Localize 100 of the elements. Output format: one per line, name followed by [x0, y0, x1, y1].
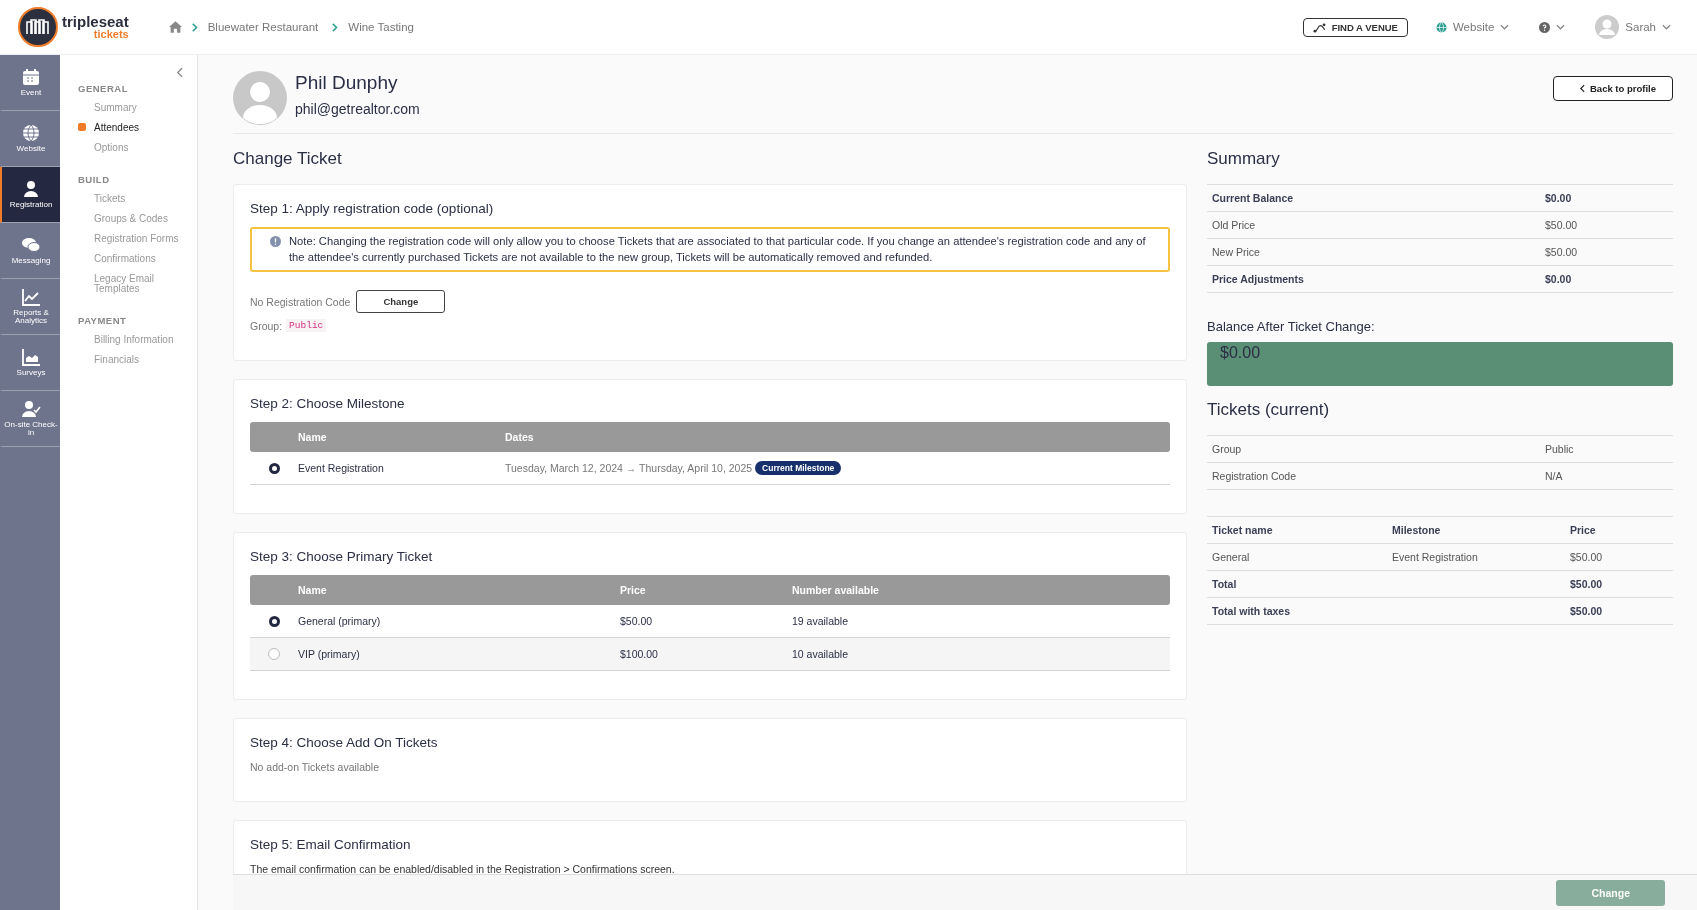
user-menu[interactable]: Sarah	[1589, 14, 1677, 40]
step-title: Step 1: Apply registration code (optional)	[250, 201, 495, 216]
nav-link[interactable]: Groups & Codes	[78, 209, 197, 229]
section-heading: GENERAL	[78, 83, 129, 94]
collapse-icon[interactable]	[176, 67, 183, 78]
table-cell-text: General	[1212, 551, 1251, 563]
logo-subtitle: tickets	[93, 29, 129, 40]
column-header: Dates	[505, 431, 534, 444]
logo-wordmark: tripleseat	[62, 14, 129, 29]
avatar-icon	[233, 71, 287, 125]
caret-icon	[1500, 24, 1510, 30]
table-cell-text: VIP (primary)	[298, 648, 361, 661]
info-label: Registration Code	[1212, 470, 1298, 482]
table-cell-text: Total with taxes	[1212, 605, 1291, 617]
summary-title: Summary	[1207, 149, 1281, 169]
tickets-title: Tickets (current)	[1207, 400, 1331, 420]
table-cell-text: Event Registration	[298, 462, 385, 475]
line-chart-icon	[21, 287, 41, 306]
table-cell-text: $100.00	[620, 648, 659, 661]
calendar-icon	[21, 67, 41, 86]
page-title: Change Ticket	[233, 149, 343, 169]
radio-button[interactable]	[268, 615, 280, 627]
section-heading: PAYMENT	[78, 315, 128, 326]
chat-icon	[21, 235, 41, 254]
nav-link[interactable]: Summary	[78, 98, 197, 118]
info-value: N/A	[1545, 470, 1563, 482]
nav-link[interactable]: Confirmations	[78, 249, 197, 269]
summary-label: Price Adjustments	[1212, 273, 1305, 285]
attendee-email: phil@getrealtor.com	[295, 101, 421, 117]
person-check-icon	[21, 399, 41, 418]
change-code-button[interactable]: Change	[356, 290, 446, 314]
table-cell: $50.00	[1570, 578, 1603, 590]
summary-label: Current Balance	[1212, 192, 1295, 204]
chevron-right-icon	[332, 22, 339, 32]
table-cell-text: General (primary)	[298, 615, 382, 628]
column-header: Ticket name	[1212, 524, 1274, 536]
registration-code-label: No Registration Code	[250, 295, 351, 308]
current-milestone-badge: Current Milestone	[755, 461, 842, 476]
note-text: Note: Changing the registration code will only allow you to choose Tickets that are associated to that particular code. If you change an attendee's registration code and any of the attendee's currently purchased Tickets are not available to the new group, Tickets will be automatically removed and refunded.	[289, 234, 1147, 266]
breadcrumb-link[interactable]: Bluewater Restaurant	[207, 21, 319, 33]
step-title: Step 5: Email Confirmation	[250, 837, 412, 853]
caret-icon	[1556, 24, 1566, 30]
balance-title: Balance After Ticket Change:	[1207, 319, 1376, 334]
table-cell: 10 available	[792, 648, 849, 661]
attendee-name: Phil Dunphy	[295, 72, 399, 94]
sidebar-tab[interactable]: Registration	[0, 167, 60, 223]
table-cell: $50.00	[1570, 605, 1603, 617]
column-header: Price	[620, 584, 647, 597]
nav-link[interactable]: Options	[78, 138, 197, 158]
chevron-right-icon	[191, 22, 198, 32]
section-heading: BUILD	[78, 174, 111, 185]
find-venue-button[interactable]: FIND A VENUE	[1302, 17, 1408, 37]
nav-link[interactable]: Billing Information	[78, 330, 197, 350]
column-header: Name	[298, 584, 328, 597]
step-title: Step 2: Choose Milestone	[250, 396, 406, 412]
website-menu[interactable]: Website	[1429, 20, 1516, 34]
globe-icon	[21, 123, 41, 142]
column-header: Milestone	[1392, 524, 1442, 536]
area-chart-icon	[21, 347, 41, 366]
confirmation-text: The email confirmation can be enabled/disabled in the Registration > Confirmations screen.	[250, 863, 676, 876]
group-label: Group:	[250, 319, 283, 332]
column-header: Number available	[792, 584, 879, 597]
table-cell: Event Registration	[1392, 551, 1478, 563]
radio-button[interactable]	[268, 462, 280, 474]
chevron-left-icon	[1580, 84, 1585, 93]
table-cell: 19 available	[792, 615, 849, 628]
home-icon[interactable]	[168, 21, 182, 33]
back-to-profile-button[interactable]: Back to profile	[1553, 76, 1673, 101]
summary-value: $0.00	[1545, 192, 1572, 204]
breadcrumb-link[interactable]: Wine Tasting	[348, 21, 414, 33]
table-cell: $50.00	[1570, 551, 1603, 563]
info-label: Group	[1212, 443, 1243, 455]
column-header: Price	[1570, 524, 1596, 536]
table-cell-text: Total	[1212, 578, 1238, 590]
nav-link[interactable]: Attendees	[78, 118, 197, 138]
person-icon	[21, 179, 41, 198]
globe-icon	[1435, 21, 1447, 33]
radio-button[interactable]	[268, 648, 280, 661]
summary-label: Old Price	[1212, 219, 1257, 231]
table-cell: Tuesday, March 12, 2024 → Thursday, April 10, 2025	[505, 462, 753, 475]
info-value: Public	[1545, 443, 1574, 455]
nav-link[interactable]: Legacy Email Templates	[78, 269, 197, 299]
avatar-icon	[1595, 15, 1620, 39]
table-cell-text: $50.00	[620, 615, 654, 628]
summary-value: $50.00	[1545, 246, 1578, 258]
summary-value: $0.00	[1545, 273, 1572, 285]
nav-link[interactable]: Tickets	[78, 189, 197, 209]
empty-message: No add-on Tickets available	[250, 761, 380, 774]
column-header: Name	[298, 431, 328, 444]
caret-icon	[1662, 24, 1671, 30]
group-code: Public	[286, 319, 327, 333]
balance-amount: $0.00	[1207, 342, 1673, 386]
route-icon	[1312, 21, 1326, 33]
nav-link[interactable]: Registration Forms	[78, 229, 197, 249]
step-title: Step 4: Choose Add On Tickets	[250, 735, 439, 751]
help-icon	[1539, 21, 1551, 33]
step-title: Step 3: Choose Primary Ticket	[250, 549, 434, 565]
nav-link[interactable]: Financials	[78, 350, 197, 370]
info-icon	[270, 236, 281, 247]
summary-value: $50.00	[1545, 219, 1578, 231]
